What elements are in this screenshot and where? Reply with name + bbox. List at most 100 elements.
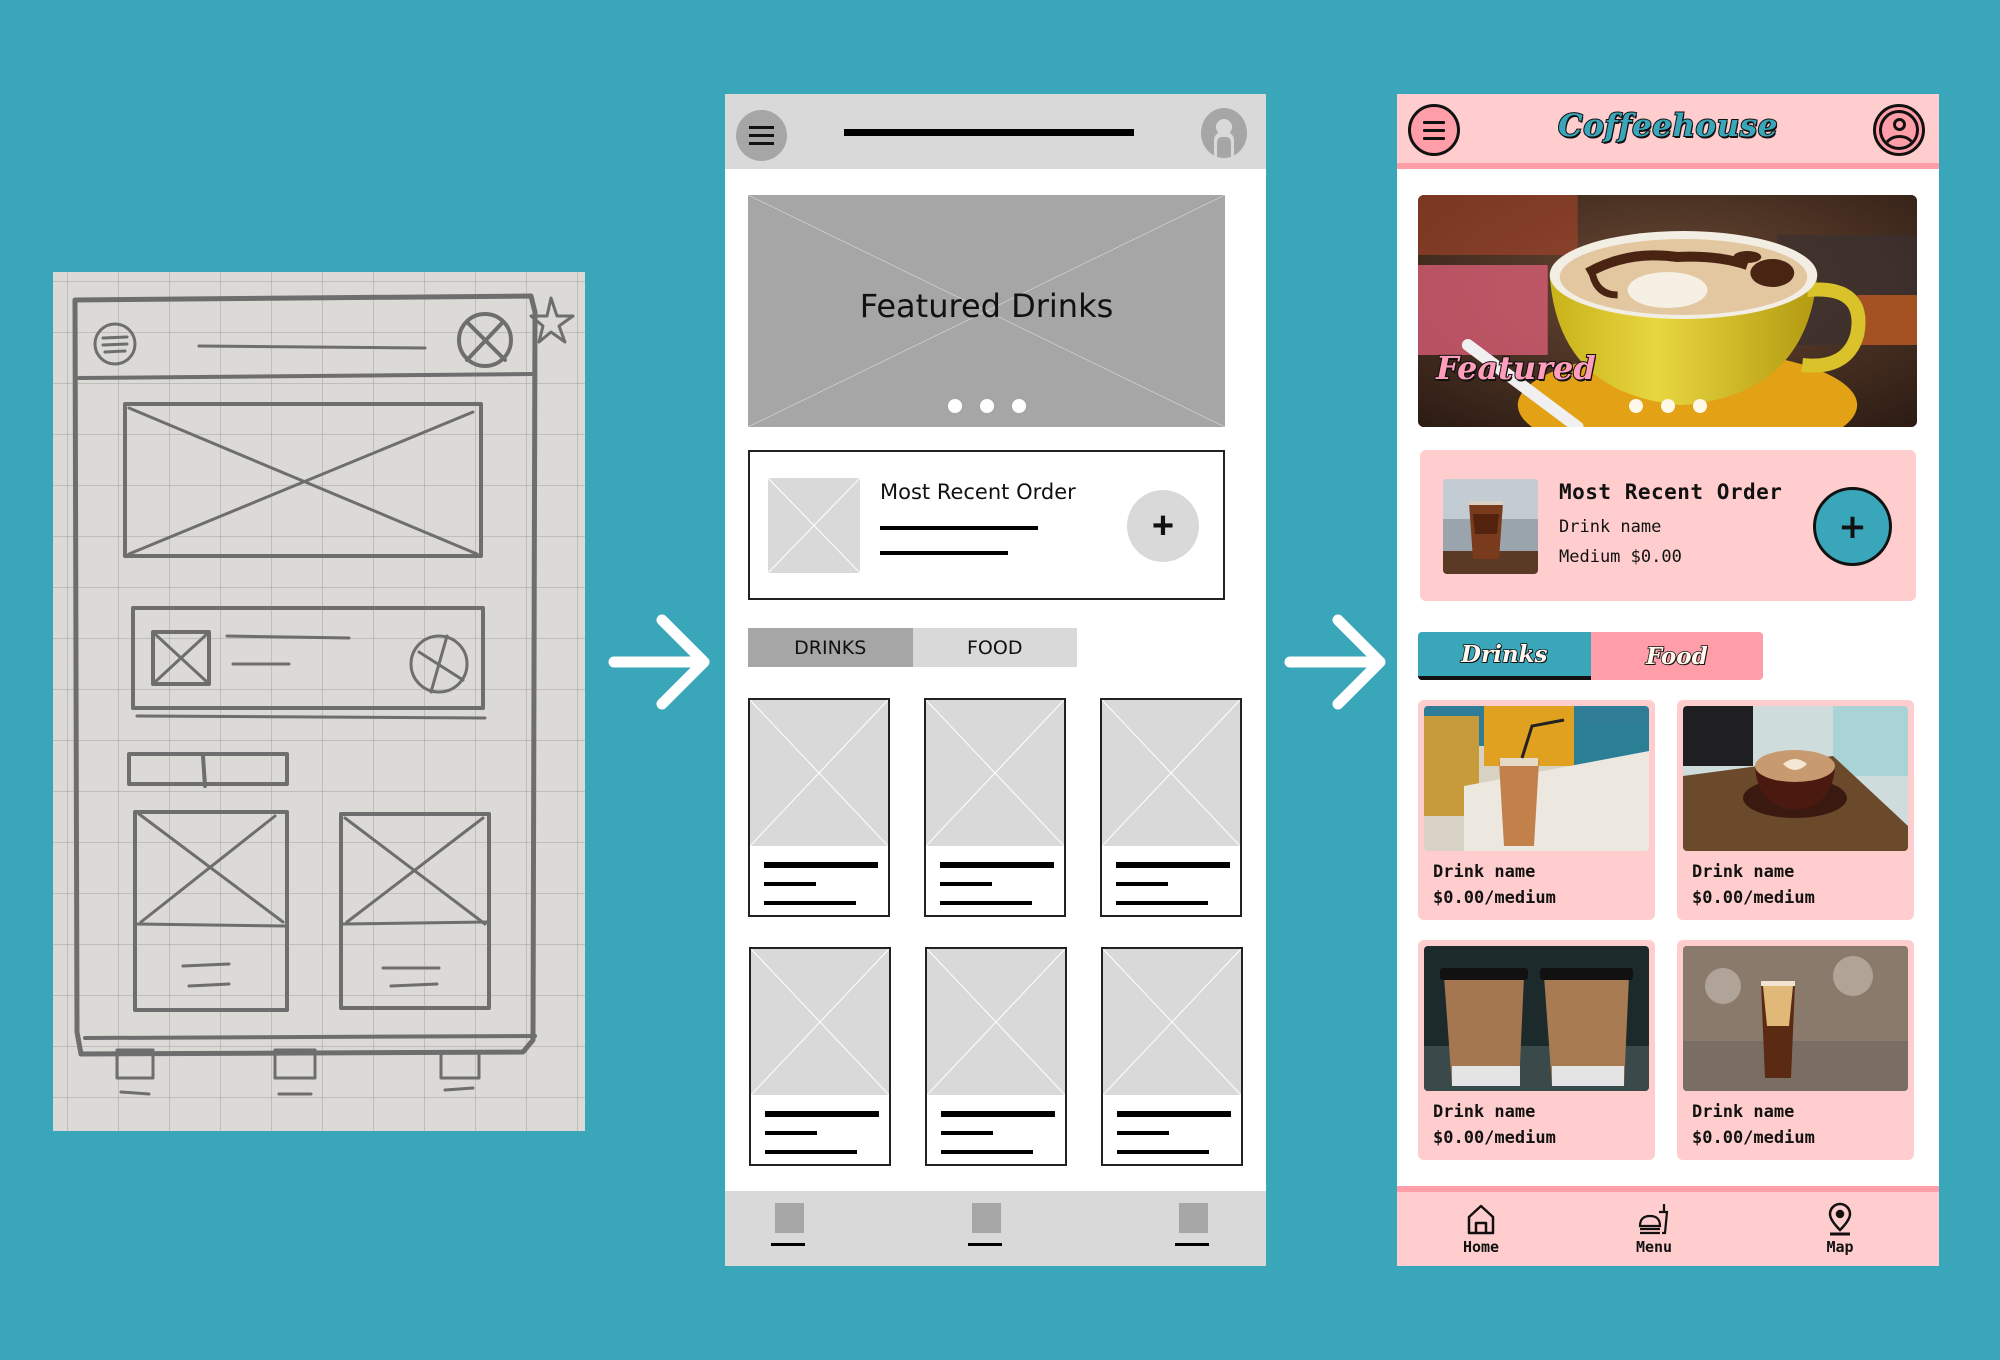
recent-order-size-price: Medium $0.00: [1559, 547, 1682, 567]
recent-order-card[interactable]: Most Recent Order Drink name Medium $0.0…: [1420, 450, 1916, 601]
image-placeholder-icon: [768, 478, 860, 573]
map-pin-icon: [1828, 1202, 1852, 1236]
nav-label: Home: [1462, 1238, 1500, 1256]
flow-arrow-2: [1284, 610, 1388, 714]
product-name: Drink name: [1692, 862, 1795, 882]
tab-food[interactable]: FOOD: [912, 628, 1077, 667]
recent-order-thumbnail: [1443, 479, 1538, 574]
nav-label-placeholder: [1175, 1243, 1209, 1246]
text-placeholder-line: [1116, 862, 1230, 868]
featured-hero-placeholder[interactable]: Featured Drinks: [748, 195, 1225, 427]
tab-drinks[interactable]: DRINKS: [748, 628, 913, 667]
tab-drinks[interactable]: Drinks: [1418, 632, 1591, 680]
app-logo: Coffeehouse: [1557, 107, 1778, 145]
sketch-drawing: [72, 293, 575, 1096]
sketch-nav-icon: [439, 1050, 481, 1080]
product-card[interactable]: Drink name $0.00/medium: [1418, 700, 1655, 920]
title-placeholder-line: [844, 129, 1134, 136]
recent-order-thumbnail: [768, 478, 860, 573]
carousel-dot[interactable]: [1628, 399, 1643, 413]
text-placeholder-line: [940, 862, 1054, 868]
user-icon[interactable]: [1873, 104, 1925, 156]
image-placeholder: [926, 700, 1064, 846]
product-image: [1683, 946, 1908, 1091]
product-price: $0.00/medium: [1433, 888, 1556, 908]
text-placeholder-line: [941, 1111, 1055, 1117]
wireframe-card[interactable]: [1101, 947, 1243, 1166]
image-placeholder: [1103, 949, 1241, 1095]
image-placeholder-icon: [927, 949, 1065, 1095]
product-image: [1683, 706, 1908, 851]
text-placeholder-line: [765, 1111, 879, 1117]
iced-latte-image: [1424, 706, 1649, 851]
nav-item[interactable]: [771, 1203, 807, 1251]
text-placeholder-line: [941, 1131, 993, 1135]
text-placeholder-line: [764, 901, 856, 905]
nav-home[interactable]: Home: [1441, 1202, 1521, 1256]
text-placeholder-line: [940, 901, 1032, 905]
carousel-dot[interactable]: [1011, 399, 1026, 413]
wireframe-card[interactable]: [1100, 698, 1242, 917]
wireframe-card[interactable]: [749, 947, 891, 1166]
product-card[interactable]: Drink name $0.00/medium: [1418, 940, 1655, 1160]
menu-icon[interactable]: [736, 110, 787, 161]
product-name: Drink name: [1433, 1102, 1536, 1122]
category-tabs: Drinks Food: [1418, 632, 1763, 680]
text-placeholder-line: [764, 862, 878, 868]
text-placeholder-line: [880, 551, 1008, 555]
text-placeholder-line: [941, 1150, 1033, 1154]
text-placeholder-line: [765, 1150, 857, 1154]
product-card[interactable]: Drink name $0.00/medium: [1677, 700, 1914, 920]
iced-coffee-image: [1683, 946, 1908, 1091]
nav-menu[interactable]: Menu: [1614, 1202, 1694, 1256]
add-button[interactable]: +: [1127, 490, 1199, 562]
category-tabs: DRINKS FOOD: [748, 628, 1077, 667]
user-icon[interactable]: [1201, 108, 1247, 158]
image-placeholder-icon: [1102, 700, 1240, 846]
wireframe-card[interactable]: [925, 947, 1067, 1166]
nav-item[interactable]: [1175, 1203, 1211, 1251]
recent-order-title: Most Recent Order: [1559, 480, 1783, 504]
text-placeholder-line: [1117, 1131, 1169, 1135]
image-placeholder: [927, 949, 1065, 1095]
carousel-dots: [1418, 399, 1917, 413]
flow-arrow-1: [608, 610, 712, 714]
hero-title: Featured Drinks: [859, 287, 1114, 325]
nav-label: Map: [1826, 1238, 1854, 1256]
nav-label: Menu: [1635, 1238, 1673, 1256]
carousel-dots: [748, 399, 1225, 413]
arrow-right-icon: [1284, 614, 1386, 710]
carousel-dot[interactable]: [979, 399, 994, 413]
recent-order-card[interactable]: Most Recent Order +: [748, 450, 1225, 600]
bottom-nav: Home Menu Map: [1397, 1186, 1939, 1266]
product-image: [1424, 946, 1649, 1091]
text-placeholder-line: [1116, 882, 1168, 886]
home-icon: [1467, 1204, 1495, 1235]
nav-icon-placeholder: [775, 1203, 804, 1233]
app-header: Coffeehouse: [1397, 94, 1939, 169]
product-card[interactable]: Drink name $0.00/medium: [1677, 940, 1914, 1160]
text-placeholder-line: [1117, 1111, 1231, 1117]
sketch-tabs: [127, 752, 289, 786]
add-button[interactable]: +: [1813, 487, 1892, 566]
text-placeholder-line: [1116, 901, 1208, 905]
wireframe-card[interactable]: [748, 698, 890, 917]
recent-order-title: Most Recent Order: [880, 480, 1076, 504]
carousel-dot[interactable]: [1660, 399, 1675, 413]
tab-food[interactable]: Food: [1590, 632, 1763, 680]
carousel-dot[interactable]: [1692, 399, 1707, 413]
nav-item[interactable]: [968, 1203, 1004, 1251]
nav-map[interactable]: Map: [1800, 1202, 1880, 1256]
text-placeholder-line: [1117, 1150, 1209, 1154]
final-app-screen: Coffeehouse Featured Most Recent Order D…: [1397, 94, 1939, 1266]
menu-food-icon: [1638, 1204, 1669, 1235]
nav-icon-placeholder: [972, 1203, 1001, 1233]
featured-coffee-image: [1418, 195, 1917, 427]
paper-sketch: [53, 272, 585, 1131]
featured-hero[interactable]: Featured: [1418, 195, 1917, 427]
product-name: Drink name: [1433, 862, 1536, 882]
hero-label: Featured: [1435, 348, 1597, 388]
wireframe-card[interactable]: [924, 698, 1066, 917]
product-price: $0.00/medium: [1692, 888, 1815, 908]
carousel-dot[interactable]: [947, 399, 962, 413]
